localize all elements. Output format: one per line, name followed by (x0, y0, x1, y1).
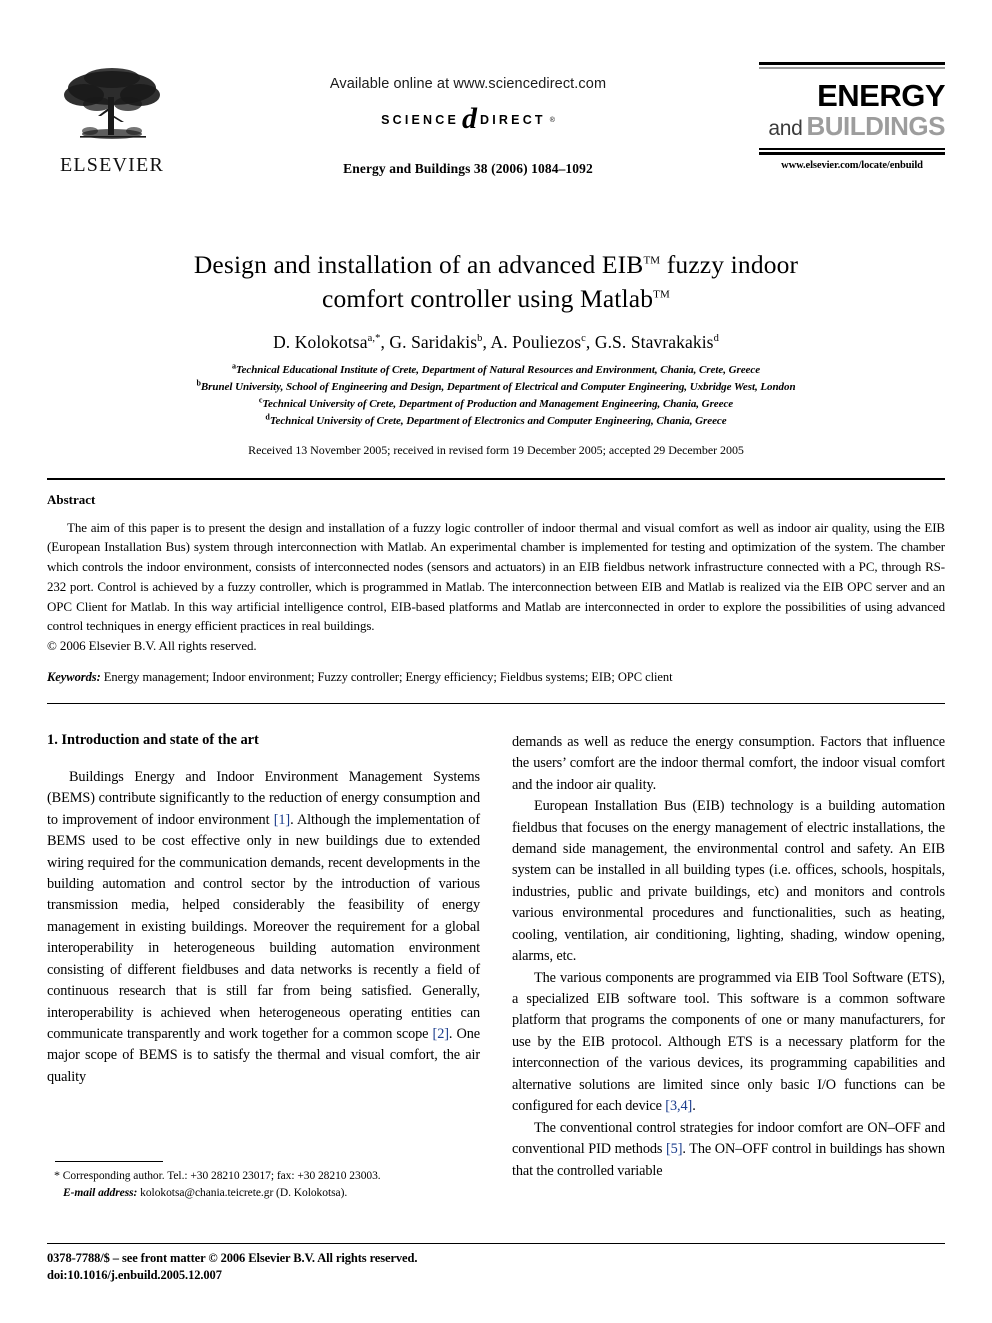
title-line2-pre: comfort controller using Matlab (322, 283, 654, 313)
masthead: ELSEVIER Available online at www.science… (47, 0, 946, 208)
journal-logo-buildings: BUILDINGS (806, 111, 946, 141)
author-affiliation-mark: d (713, 333, 719, 345)
keywords: Keywords: Energy management; Indoor envi… (47, 670, 945, 685)
affiliation-line: dTechnical University of Crete, Departme… (47, 413, 945, 430)
affiliation-line: bBrunel University, School of Engineerin… (47, 379, 945, 396)
abstract-heading: Abstract (47, 491, 96, 507)
author-name: A. Pouliezos (490, 332, 582, 353)
sciencedirect-logo: SCIENCE d DIRECT ® (177, 102, 759, 135)
body-paragraph: European Installation Bus (EIB) technolo… (512, 796, 945, 968)
abstract-top-rule (47, 477, 945, 480)
affiliation-text: Technical Educational Institute of Crete… (235, 364, 761, 377)
section-heading-introduction: 1. Introduction and state of the art (47, 731, 259, 748)
body-columns: 1. Introduction and state of the art Bui… (47, 732, 945, 1202)
elsevier-wordmark: ELSEVIER (59, 154, 165, 176)
footnote-corresponding-author: * Corresponding author. Tel.: +30 28210 … (47, 1167, 480, 1185)
author-list: D. Kolokotsaa,*, G. Saridakisb, A. Pouli… (47, 332, 945, 353)
journal-logo-bottom-rule (759, 148, 945, 155)
reference-link[interactable]: [2] (433, 1026, 449, 1042)
paragraph-text: . Although the implementation of BEMS us… (47, 811, 480, 1042)
footnote-email-value: kolokotsa@chania.teicrete.gr (D. Kolokot… (140, 1187, 348, 1200)
keywords-value: Energy management; Indoor environment; F… (103, 669, 673, 684)
journal-logo-energy: ENERGY (817, 78, 945, 113)
keywords-label: Keywords: (47, 669, 101, 684)
registered-mark-icon: ® (549, 116, 555, 124)
sciencedirect-d-glyph: d (462, 102, 478, 135)
paragraph-text: . (692, 1098, 696, 1115)
body-paragraph: The various components are programmed vi… (512, 968, 945, 1118)
sciencedirect-science-word: SCIENCE (381, 113, 460, 127)
affiliation-line: aTechnical Educational Institute of Cret… (47, 362, 945, 379)
elsevier-logo: ELSEVIER (47, 58, 177, 177)
right-column: demands as well as reduce the energy con… (512, 732, 945, 1202)
paragraph-text: demands as well as reduce the energy con… (512, 733, 945, 793)
paragraph-text: The various components are programmed vi… (512, 969, 945, 1115)
abstract-bottom-rule (47, 702, 945, 704)
affiliation-text: Technical University of Crete, Departmen… (269, 415, 727, 428)
reference-link[interactable]: [1] (274, 812, 290, 828)
footnote-email-label: E-mail address: (63, 1187, 138, 1200)
left-column: 1. Introduction and state of the art Bui… (47, 732, 480, 1202)
footnote-corresponding-text: Corresponding author. Tel.: +30 28210 23… (62, 1170, 381, 1183)
right-column-paragraphs: demands as well as reduce the energy con… (512, 732, 945, 1182)
paragraph-text: European Installation Bus (EIB) technolo… (512, 798, 945, 965)
author-name: D. Kolokotsa (273, 332, 368, 353)
reference-link[interactable]: [5] (666, 1141, 682, 1157)
reference-link[interactable]: [3,4] (665, 1098, 692, 1114)
available-online-text: Available online at www.sciencedirect.co… (329, 76, 607, 92)
trademark-icon-2: TM (653, 288, 670, 301)
journal-reference: Energy and Buildings 38 (2006) 1084–1092 (343, 161, 593, 176)
abstract-body: The aim of this paper is to present the … (47, 519, 945, 634)
body-paragraph: The conventional control strategies for … (512, 1118, 945, 1182)
author-affiliation-mark: a,* (367, 333, 381, 345)
title-block: Design and installation of an advanced E… (47, 248, 945, 458)
page-footer: 0378-7788/$ – see front matter © 2006 El… (47, 1242, 945, 1286)
abstract-copyright: © 2006 Elsevier B.V. All rights reserved… (47, 638, 257, 653)
footnote-block: * Corresponding author. Tel.: +30 28210 … (47, 1161, 480, 1201)
asterisk-icon: * (54, 1168, 60, 1183)
paper-page: ELSEVIER Available online at www.science… (0, 0, 992, 1323)
author-name: G. Saridakis (389, 332, 478, 353)
journal-logo-line2: and BUILDINGS (759, 113, 945, 139)
title-line1-pre: Design and installation of an advanced E… (193, 250, 644, 279)
journal-logo-top-rule (759, 62, 945, 69)
elsevier-tree-icon (64, 68, 160, 139)
affiliation-line: cTechnical University of Crete, Departme… (47, 396, 945, 413)
affiliation-text: Technical University of Crete, Departmen… (262, 398, 734, 411)
footnote-email: E-mail address: kolokotsa@chania.teicret… (47, 1185, 480, 1202)
journal-logo-and: and (768, 117, 803, 140)
journal-logo: ENERGY and BUILDINGS www.elsevier.com/lo… (759, 58, 946, 171)
footnote-rule (55, 1161, 163, 1163)
footer-issn-copyright: 0378-7788/$ – see front matter © 2006 El… (47, 1250, 418, 1265)
trademark-icon-1: TM (643, 254, 661, 267)
footer-rule (47, 1242, 945, 1244)
body-paragraph: Buildings Energy and Indoor Environment … (47, 767, 480, 1089)
affiliation-list: aTechnical Educational Institute of Cret… (47, 362, 945, 430)
body-paragraph: demands as well as reduce the energy con… (512, 732, 945, 796)
journal-url: www.elsevier.com/locate/enbuild (781, 160, 923, 171)
sciencedirect-direct-word: DIRECT (480, 113, 546, 127)
received-dates: Received 13 November 2005; received in r… (248, 442, 744, 457)
author-separator: , (585, 332, 595, 353)
footer-doi: doi:10.1016/j.enbuild.2005.12.007 (47, 1268, 222, 1283)
page-title: Design and installation of an advanced E… (47, 248, 945, 315)
title-line1-post: fuzzy indoor (660, 250, 799, 279)
left-column-paragraphs: Buildings Energy and Indoor Environment … (47, 767, 480, 1089)
sciencedirect-block: Available online at www.sciencedirect.co… (177, 58, 759, 177)
abstract-section: Abstract The aim of this paper is to pre… (47, 492, 945, 685)
affiliation-text: Brunel University, School of Engineering… (200, 381, 796, 394)
author-name: G.S. Stavrakakis (594, 332, 714, 353)
